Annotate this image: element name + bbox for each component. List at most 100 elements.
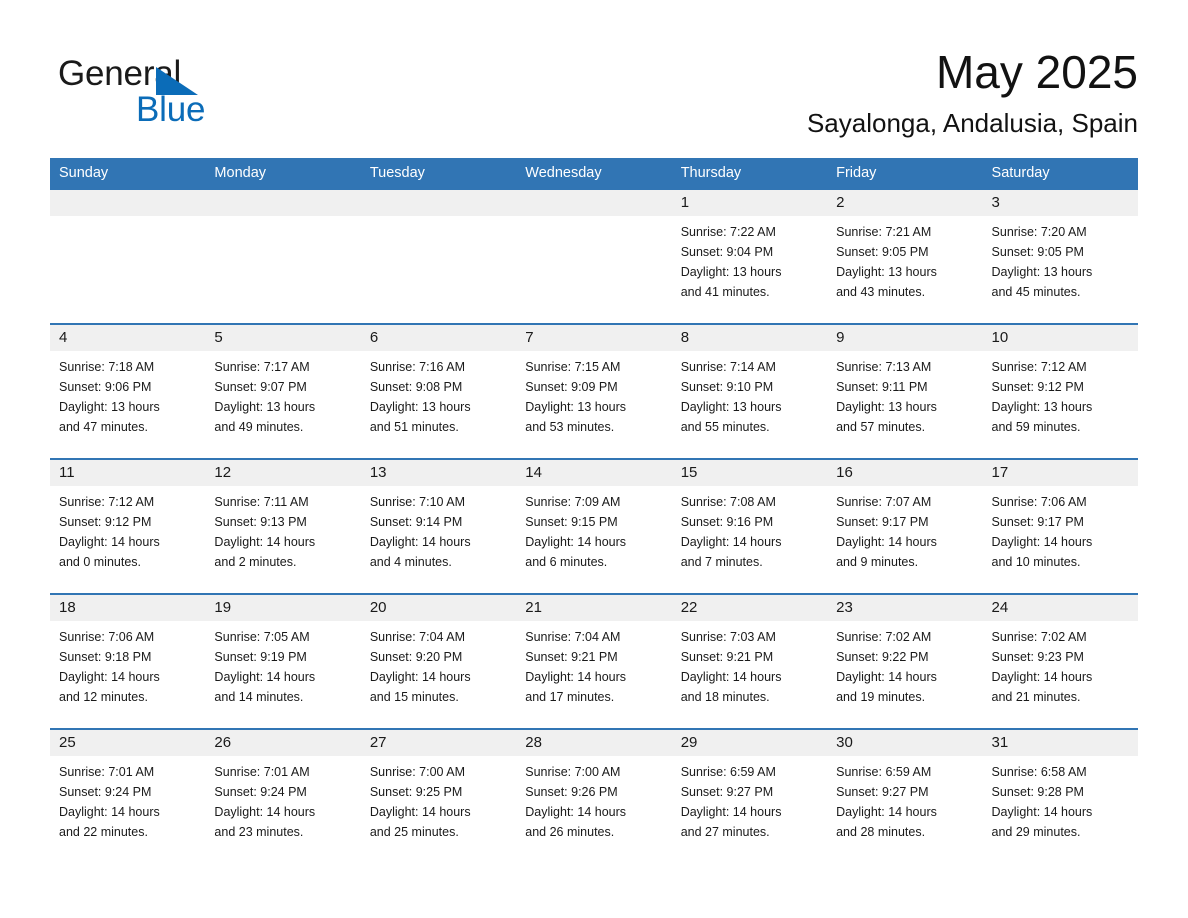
sunrise-text: Sunrise: 7:00 AM — [525, 765, 621, 779]
sunset-text: Sunset: 9:18 PM — [59, 650, 152, 664]
daylight-text-line1: Daylight: 14 hours — [214, 670, 316, 684]
sunrise-text: Sunrise: 6:59 AM — [836, 765, 932, 779]
day-number[interactable]: 12 — [205, 460, 360, 486]
day-number[interactable]: 21 — [516, 595, 671, 621]
day-cell-details: Sunrise: 7:13 AM Sunset: 9:11 PM Dayligh… — [827, 351, 982, 458]
day-number[interactable]: 15 — [672, 460, 827, 486]
sunrise-text: Sunrise: 7:06 AM — [59, 630, 155, 644]
day-number[interactable]: 25 — [50, 730, 205, 756]
day-number[interactable]: 4 — [50, 325, 205, 351]
day-number[interactable] — [516, 190, 671, 216]
day-number[interactable]: 8 — [672, 325, 827, 351]
day-number[interactable]: 18 — [50, 595, 205, 621]
day-number[interactable]: 14 — [516, 460, 671, 486]
day-number[interactable]: 16 — [827, 460, 982, 486]
day-number[interactable]: 9 — [827, 325, 982, 351]
day-number[interactable]: 11 — [50, 460, 205, 486]
sunset-text: Sunset: 9:08 PM — [369, 380, 463, 394]
weekday-header-thursday: Thursday — [680, 165, 742, 181]
sunrise-text: Sunrise: 7:14 AM — [680, 360, 776, 374]
day-number[interactable]: 1 — [672, 190, 827, 216]
week-details-row: Sunrise: 7:18 AM Sunset: 9:06 PM Dayligh… — [50, 351, 1138, 458]
sunset-text: Sunset: 9:25 PM — [369, 785, 463, 799]
daylight-text-line2: and 18 minutes. — [680, 690, 770, 704]
sunrise-text: Sunrise: 7:11 AM — [214, 495, 309, 509]
page-header: General Blue May 2025 Sayalonga, Andalus… — [50, 44, 1138, 148]
day-number[interactable]: 13 — [361, 460, 516, 486]
sunrise-text: Sunrise: 7:16 AM — [369, 360, 466, 374]
day-number[interactable]: 29 — [672, 730, 827, 756]
day-number[interactable]: 20 — [361, 595, 516, 621]
daylight-text-line2: and 19 minutes. — [836, 690, 926, 704]
day-number[interactable]: 5 — [205, 325, 360, 351]
day-number[interactable] — [205, 190, 360, 216]
day-number[interactable]: 7 — [516, 325, 671, 351]
day-number[interactable]: 17 — [983, 460, 1138, 486]
daylight-text-line2: and 17 minutes. — [525, 690, 615, 704]
day-number[interactable]: 22 — [672, 595, 827, 621]
week-details-row: Sunrise: 7:22 AM Sunset: 9:04 PM Dayligh… — [50, 216, 1138, 323]
day-number[interactable]: 26 — [205, 730, 360, 756]
daylight-text-line2: and 12 minutes. — [59, 690, 148, 704]
day-cell-details: Sunrise: 7:05 AM Sunset: 9:19 PM Dayligh… — [205, 621, 360, 728]
daylight-text-line1: Daylight: 13 hours — [214, 400, 316, 414]
day-cell-details: Sunrise: 7:12 AM Sunset: 9:12 PM Dayligh… — [50, 486, 205, 593]
daylight-text-line1: Daylight: 14 hours — [525, 670, 627, 684]
daylight-text-line1: Daylight: 14 hours — [991, 805, 1093, 819]
sunrise-text: Sunrise: 7:06 AM — [991, 495, 1087, 509]
daylight-text-line2: and 15 minutes. — [369, 690, 459, 704]
sunset-text: Sunset: 9:20 PM — [369, 650, 463, 664]
generalblue-logo[interactable]: General Blue — [58, 54, 258, 132]
logo-text-blue: Blue — [136, 90, 206, 129]
day-number[interactable]: 3 — [983, 190, 1138, 216]
daylight-text-line1: Daylight: 14 hours — [369, 535, 471, 549]
daylight-text-line2: and 23 minutes. — [214, 825, 304, 839]
sunrise-text: Sunrise: 7:17 AM — [214, 360, 310, 374]
daylight-text-line2: and 41 minutes. — [680, 285, 770, 299]
day-number[interactable]: 27 — [361, 730, 516, 756]
week-details-row: Sunrise: 7:12 AM Sunset: 9:12 PM Dayligh… — [50, 486, 1138, 593]
calendar-week-row: 1 2 3 Sunrise: 7:22 AM Sunset: 9:04 PM D… — [50, 188, 1138, 323]
daylight-text-line2: and 7 minutes. — [680, 555, 763, 569]
daylight-text-line2: and 21 minutes. — [991, 690, 1081, 704]
sunrise-text: Sunrise: 7:04 AM — [369, 630, 466, 644]
day-number[interactable]: 19 — [205, 595, 360, 621]
sunrise-text: Sunrise: 7:02 AM — [991, 630, 1087, 644]
day-cell-details: Sunrise: 7:22 AM Sunset: 9:04 PM Dayligh… — [672, 216, 827, 323]
day-cell-empty — [205, 216, 360, 323]
day-number[interactable]: 6 — [361, 325, 516, 351]
day-number[interactable]: 30 — [827, 730, 982, 756]
day-number[interactable]: 23 — [827, 595, 982, 621]
day-number[interactable]: 24 — [983, 595, 1138, 621]
daylight-text-line1: Daylight: 14 hours — [214, 805, 316, 819]
daylight-text-line2: and 22 minutes. — [59, 825, 148, 839]
day-number[interactable]: 31 — [983, 730, 1138, 756]
day-number[interactable]: 10 — [983, 325, 1138, 351]
day-cell-details: Sunrise: 7:14 AM Sunset: 9:10 PM Dayligh… — [672, 351, 827, 458]
sunrise-text: Sunrise: 6:59 AM — [680, 765, 776, 779]
daylight-text-line1: Daylight: 14 hours — [836, 535, 937, 549]
sunset-text: Sunset: 9:14 PM — [369, 515, 463, 529]
week-details-row: Sunrise: 7:01 AM Sunset: 9:24 PM Dayligh… — [50, 756, 1138, 848]
sunset-text: Sunset: 9:06 PM — [59, 380, 152, 394]
calendar-week-row: 25 26 27 28 29 30 31 Sunrise: 7:01 AM Su… — [50, 728, 1138, 848]
day-number[interactable]: 28 — [516, 730, 671, 756]
daylight-text-line1: Daylight: 14 hours — [680, 670, 782, 684]
day-number[interactable] — [50, 190, 205, 216]
daylight-text-line1: Daylight: 13 hours — [680, 265, 782, 279]
day-cell-details: Sunrise: 7:02 AM Sunset: 9:23 PM Dayligh… — [983, 621, 1138, 728]
calendar-page: General Blue May 2025 Sayalonga, Andalus… — [0, 0, 1188, 918]
day-number[interactable] — [361, 190, 516, 216]
daylight-text-line1: Daylight: 13 hours — [59, 400, 160, 414]
daylight-text-line1: Daylight: 13 hours — [991, 265, 1093, 279]
daylight-text-line2: and 49 minutes. — [214, 420, 304, 434]
sunset-text: Sunset: 9:15 PM — [525, 515, 618, 529]
sunrise-text: Sunrise: 7:00 AM — [369, 765, 466, 779]
daylight-text-line1: Daylight: 13 hours — [991, 400, 1093, 414]
daylight-text-line1: Daylight: 14 hours — [214, 535, 316, 549]
day-cell-details: Sunrise: 7:10 AM Sunset: 9:14 PM Dayligh… — [361, 486, 516, 593]
day-cell-details: Sunrise: 7:17 AM Sunset: 9:07 PM Dayligh… — [205, 351, 360, 458]
day-number[interactable]: 2 — [827, 190, 982, 216]
day-cell-details: Sunrise: 7:21 AM Sunset: 9:05 PM Dayligh… — [827, 216, 982, 323]
daylight-text-line2: and 0 minutes. — [59, 555, 141, 569]
